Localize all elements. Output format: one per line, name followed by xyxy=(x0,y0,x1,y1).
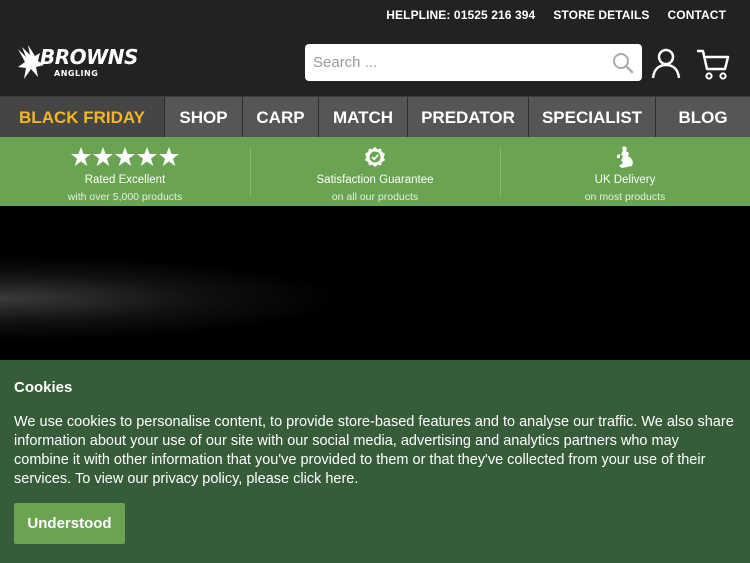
uk-map-icon xyxy=(500,145,750,169)
trust-bar: Rated Excellent with over 5,000 products… xyxy=(0,137,750,206)
trust-subtitle: with over 5,000 products xyxy=(67,191,183,203)
logo-subtitle: ANGLING xyxy=(54,69,99,78)
search-box xyxy=(305,44,642,81)
trust-subtitle: on most products xyxy=(584,191,666,203)
nav-item-predator[interactable]: PREDATOR xyxy=(408,97,529,138)
utility-links: HELPLINE: 01525 216 394 STORE DETAILS CO… xyxy=(386,8,726,22)
browns-angling-logo[interactable]: BROWNS ANGLING xyxy=(16,43,138,83)
account-icon[interactable] xyxy=(650,47,682,79)
trust-item-guarantee: Satisfaction Guarantee on all our produc… xyxy=(250,137,500,206)
contact-link[interactable]: CONTACT xyxy=(668,8,726,22)
trust-title: Satisfaction Guarantee xyxy=(316,174,434,186)
nav-item-blog[interactable]: BLOG xyxy=(656,97,750,138)
cookie-banner: Cookies We use cookies to personalise co… xyxy=(0,360,750,563)
top-utility-bar: HELPLINE: 01525 216 394 STORE DETAILS CO… xyxy=(0,0,750,30)
nav-item-shop[interactable]: SHOP xyxy=(165,97,243,138)
trust-title: Rated Excellent xyxy=(84,174,166,186)
search-icon[interactable] xyxy=(612,52,634,74)
nav-item-match[interactable]: MATCH xyxy=(319,97,408,138)
nav-item-black-friday[interactable]: BLACK FRIDAY xyxy=(0,97,165,138)
site-header: BROWNS ANGLING xyxy=(0,30,750,96)
cookie-title: Cookies xyxy=(14,379,73,396)
five-stars-icon xyxy=(0,145,250,169)
cookie-message: We use cookies to personalise content, t… xyxy=(14,414,734,487)
logo-wordmark: BROWNS xyxy=(40,45,138,69)
trust-item-rating: Rated Excellent with over 5,000 products xyxy=(0,137,250,206)
helpline-link[interactable]: HELPLINE: 01525 216 394 xyxy=(386,8,535,22)
nav-item-specialist[interactable]: SPECIALIST xyxy=(529,97,656,138)
search-input[interactable] xyxy=(305,44,595,81)
main-nav: BLACK FRIDAY SHOP CARP MATCH PREDATOR SP… xyxy=(0,96,750,138)
trust-item-delivery: UK Delivery on most products xyxy=(500,137,750,206)
understood-button[interactable]: Understood xyxy=(14,503,125,544)
cart-icon[interactable] xyxy=(696,47,730,81)
store-details-link[interactable]: STORE DETAILS xyxy=(553,8,649,22)
nav-item-carp[interactable]: CARP xyxy=(243,97,319,138)
badge-check-icon xyxy=(250,145,500,169)
hero-banner[interactable] xyxy=(0,206,750,360)
trust-subtitle: on all our products xyxy=(331,191,419,203)
trust-title: UK Delivery xyxy=(594,174,656,186)
